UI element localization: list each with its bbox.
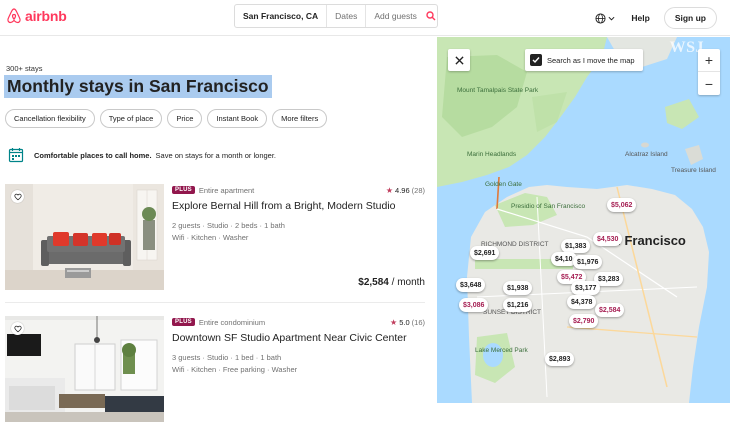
listing-card[interactable]: PLUS Entire condominium ★ 5.0 (16) Downt… bbox=[5, 316, 425, 426]
listing-amenities: Wifi · Kitchen · Free parking · Washer bbox=[172, 365, 298, 374]
price-marker[interactable]: $3,086 bbox=[459, 298, 489, 312]
listing-specs: 3 guests · Studio · 1 bed · 1 bath bbox=[172, 353, 282, 362]
plus-badge: PLUS bbox=[172, 186, 195, 194]
price-marker[interactable]: $1,383 bbox=[561, 239, 591, 253]
page-title: Monthly stays in San Francisco bbox=[4, 75, 272, 98]
filter-instant-book[interactable]: Instant Book bbox=[207, 109, 268, 128]
chevron-down-icon bbox=[608, 16, 615, 21]
map-label-marin: Marin Headlands bbox=[467, 151, 517, 158]
listing-name[interactable]: Explore Bernal Hill from a Bright, Moder… bbox=[172, 200, 425, 212]
search-icon bbox=[426, 11, 436, 21]
listing-price: $2,584 / month bbox=[358, 277, 425, 288]
search-as-move-label: Search as I move the map bbox=[547, 55, 635, 65]
price-marker[interactable]: $5,062 bbox=[607, 198, 637, 212]
price-unit: / month bbox=[388, 277, 425, 288]
map-label-golden-gate: Golden Gate bbox=[485, 181, 522, 188]
zoom-controls: + − bbox=[698, 49, 720, 95]
living-room-photo bbox=[5, 184, 164, 290]
search-bar[interactable]: San Francisco, CA Dates Add guests bbox=[234, 4, 438, 28]
promo-heading: Comfortable places to call home. bbox=[34, 150, 152, 160]
save-listing-button[interactable] bbox=[11, 322, 24, 335]
price-marker[interactable]: $2,893 bbox=[545, 352, 575, 366]
listing-name[interactable]: Downtown SF Studio Apartment Near Civic … bbox=[172, 332, 425, 344]
rating-value: 4.96 bbox=[395, 185, 410, 195]
map-panel[interactable]: WSJ Mount Tamalpais State Park Marin Hea… bbox=[437, 37, 730, 403]
airbnb-logo[interactable]: airbnb bbox=[6, 7, 67, 25]
zoom-out-button[interactable]: − bbox=[698, 72, 720, 95]
review-count: (28) bbox=[411, 185, 425, 195]
results-panel: 300+ stays Monthly stays in San Francisc… bbox=[0, 37, 436, 422]
filter-price[interactable]: Price bbox=[167, 109, 203, 128]
review-count: (16) bbox=[411, 317, 425, 327]
map-label-alcatraz: Alcatraz Island bbox=[625, 151, 668, 158]
price-amount: $2,584 bbox=[358, 277, 389, 288]
map-label-lake-merced: Lake Merced Park bbox=[475, 347, 528, 354]
zoom-in-button[interactable]: + bbox=[698, 49, 720, 72]
search-dates[interactable]: Dates bbox=[327, 5, 367, 27]
search-as-move-toggle[interactable]: Search as I move the map bbox=[525, 49, 643, 71]
price-marker[interactable]: $4,378 bbox=[567, 295, 597, 309]
language-selector[interactable] bbox=[595, 12, 615, 24]
price-marker[interactable]: $3,177 bbox=[571, 281, 601, 295]
listing-amenities: Wifi · Kitchen · Washer bbox=[172, 233, 249, 242]
globe-icon bbox=[595, 12, 606, 24]
filter-bar: Cancellation flexibility Type of place P… bbox=[5, 109, 328, 128]
logo-text: airbnb bbox=[25, 8, 67, 24]
star-icon: ★ bbox=[385, 185, 394, 195]
close-icon bbox=[454, 55, 464, 65]
save-listing-button[interactable] bbox=[11, 190, 24, 203]
price-marker[interactable]: $1,216 bbox=[503, 298, 533, 312]
heart-icon bbox=[13, 193, 22, 200]
signup-button[interactable]: Sign up bbox=[663, 7, 717, 29]
help-link[interactable]: Help bbox=[631, 13, 649, 23]
price-marker[interactable]: $1,976 bbox=[573, 255, 603, 269]
plus-badge: PLUS bbox=[172, 318, 195, 326]
monthly-promo: Comfortable places to call home. Save on… bbox=[8, 147, 276, 163]
map-label-treasure: Treasure Island bbox=[671, 167, 716, 174]
promo-text: Save on stays for a month or longer. bbox=[155, 150, 277, 160]
listing-photo[interactable] bbox=[5, 184, 164, 290]
filter-more[interactable]: More filters bbox=[272, 109, 328, 128]
price-marker[interactable]: $2,790 bbox=[569, 314, 599, 328]
map-label-presidio: Presidio of San Francisco bbox=[511, 203, 586, 210]
search-location[interactable]: San Francisco, CA bbox=[235, 5, 328, 27]
price-marker[interactable]: $2,691 bbox=[470, 246, 500, 260]
map-label-mount-tam: Mount Tamalpais State Park bbox=[457, 87, 539, 94]
listing-divider bbox=[5, 302, 425, 303]
close-map-button[interactable] bbox=[448, 49, 470, 71]
listing-photo[interactable] bbox=[5, 316, 164, 422]
listing-rating: ★ 4.96 (28) bbox=[386, 186, 425, 195]
listing-specs: 2 guests · Studio · 2 beds · 1 bath bbox=[172, 221, 285, 230]
price-marker[interactable]: $2,584 bbox=[595, 303, 625, 317]
header-actions: Help Sign up bbox=[595, 0, 730, 36]
calendar-icon bbox=[8, 148, 24, 163]
listing-rating: ★ 5.0 (16) bbox=[390, 318, 425, 327]
studio-room-photo bbox=[5, 316, 164, 422]
search-button[interactable] bbox=[425, 5, 437, 27]
checkbox-checked-icon[interactable] bbox=[530, 54, 542, 66]
rating-value: 5.0 bbox=[399, 317, 410, 327]
listing-info: PLUS Entire condominium ★ 5.0 (16) Downt… bbox=[172, 316, 425, 376]
price-marker[interactable]: $3,648 bbox=[456, 278, 486, 292]
filter-type-of-place[interactable]: Type of place bbox=[99, 109, 163, 128]
listing-type: Entire apartment bbox=[198, 185, 255, 195]
listing-type: Entire condominium bbox=[198, 317, 266, 327]
stays-count: 300+ stays bbox=[6, 64, 43, 73]
top-header: airbnb San Francisco, CA Dates Add guest… bbox=[0, 0, 730, 36]
star-icon: ★ bbox=[390, 317, 398, 327]
heart-icon bbox=[13, 325, 22, 332]
price-marker[interactable]: $4,530 bbox=[593, 232, 623, 246]
search-guests[interactable]: Add guests bbox=[366, 5, 425, 27]
price-marker[interactable]: $1,938 bbox=[503, 281, 533, 295]
listing-info: PLUS Entire apartment ★ 4.96 (28) Explor… bbox=[172, 184, 425, 244]
airbnb-logo-icon bbox=[7, 8, 21, 24]
filter-cancellation[interactable]: Cancellation flexibility bbox=[5, 109, 95, 128]
listing-card[interactable]: PLUS Entire apartment ★ 4.96 (28) Explor… bbox=[5, 184, 425, 294]
